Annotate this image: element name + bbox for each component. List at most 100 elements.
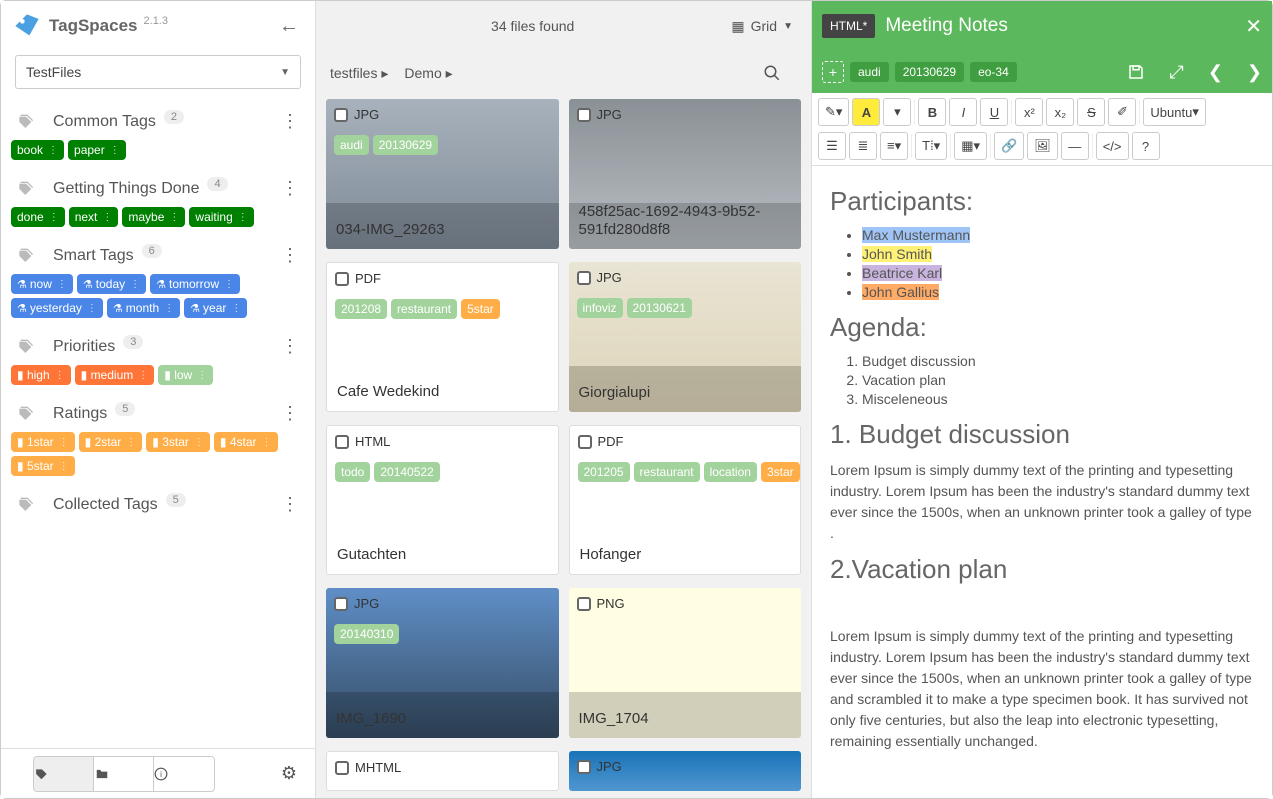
hr-button[interactable]: — bbox=[1061, 132, 1089, 160]
settings-button[interactable]: ⚙ bbox=[281, 763, 297, 784]
heading-button[interactable]: T⁞▾ bbox=[915, 132, 947, 160]
card-tag[interactable]: restaurant bbox=[634, 462, 700, 482]
tag-medium[interactable]: ▮ medium⋮ bbox=[75, 365, 155, 385]
add-tag-button[interactable]: + bbox=[822, 61, 844, 83]
tag-book[interactable]: book⋮ bbox=[11, 140, 64, 160]
tag-high[interactable]: ▮ high⋮ bbox=[11, 365, 71, 385]
tag-now[interactable]: now⋮ bbox=[11, 274, 73, 294]
prev-file-button[interactable]: ❮ bbox=[1208, 62, 1223, 83]
ul-button[interactable]: ☰ bbox=[818, 132, 846, 160]
tag-2star[interactable]: ▮ 2star⋮ bbox=[79, 432, 143, 452]
card-tag[interactable]: location bbox=[704, 462, 757, 482]
tag-month[interactable]: month⋮ bbox=[107, 298, 180, 318]
tag-done[interactable]: done⋮ bbox=[11, 207, 65, 227]
underline-button[interactable]: U bbox=[980, 98, 1008, 126]
breadcrumb-item[interactable]: testfiles ▸ bbox=[330, 65, 388, 82]
tag-paper[interactable]: paper⋮ bbox=[68, 140, 126, 160]
image-button[interactable]: 🖼 bbox=[1027, 132, 1058, 160]
strikethrough-button[interactable]: S bbox=[1077, 98, 1105, 126]
file-card[interactable]: HTMLtodo20140522Gutachten bbox=[326, 425, 559, 575]
tag-5star[interactable]: ▮ 5star⋮ bbox=[11, 456, 75, 476]
select-checkbox[interactable] bbox=[335, 272, 349, 286]
breadcrumb-item[interactable]: Demo ▸ bbox=[404, 65, 452, 82]
tag-next[interactable]: next⋮ bbox=[69, 207, 119, 227]
view-mode-button[interactable]: ▦ Grid ▼ bbox=[731, 18, 793, 35]
superscript-button[interactable]: x² bbox=[1015, 98, 1043, 126]
highlight-button[interactable]: A bbox=[852, 98, 880, 126]
tag-group-header[interactable]: Priorities 3 ⋮ bbox=[7, 328, 309, 365]
file-tag[interactable]: 20130629 bbox=[895, 62, 964, 82]
mode-tags-button[interactable] bbox=[34, 757, 94, 791]
select-checkbox[interactable] bbox=[577, 108, 591, 122]
tag-group-menu[interactable]: ⋮ bbox=[281, 403, 299, 424]
select-checkbox[interactable] bbox=[577, 597, 591, 611]
back-button[interactable]: ← bbox=[275, 11, 303, 42]
file-tag[interactable]: audi bbox=[850, 62, 889, 82]
file-card[interactable]: PDF201205restaurantlocation3starHofanger bbox=[569, 425, 802, 575]
file-card[interactable]: PNGIMG_1704 bbox=[569, 588, 802, 738]
card-tag[interactable]: 5star bbox=[461, 299, 500, 319]
tag-group-header[interactable]: Smart Tags 6 ⋮ bbox=[7, 237, 309, 274]
clear-format-button[interactable]: ✐ bbox=[1108, 98, 1136, 126]
bold-button[interactable]: B bbox=[918, 98, 946, 126]
card-tag[interactable]: 201208 bbox=[335, 299, 387, 319]
align-button[interactable]: ≡▾ bbox=[880, 132, 908, 160]
editor-content[interactable]: Participants: Max MustermannJohn SmithBe… bbox=[812, 166, 1272, 798]
file-tag[interactable]: eo-34 bbox=[970, 62, 1017, 82]
text-color-button[interactable]: ✎▾ bbox=[818, 98, 849, 126]
card-tag[interactable]: todo bbox=[335, 462, 370, 482]
select-checkbox[interactable] bbox=[578, 435, 592, 449]
next-file-button[interactable]: ❯ bbox=[1247, 62, 1262, 83]
mode-folders-button[interactable] bbox=[94, 757, 154, 791]
card-tag[interactable]: 20130629 bbox=[373, 135, 438, 155]
tag-group-menu[interactable]: ⋮ bbox=[281, 178, 299, 199]
file-card[interactable]: JPGaudi20130629034-IMG_29263 bbox=[326, 99, 559, 249]
tag-tomorrow[interactable]: tomorrow⋮ bbox=[150, 274, 240, 294]
code-button[interactable]: </> bbox=[1096, 132, 1129, 160]
file-card[interactable]: JPGinfoviz20130621Giorgialupi bbox=[569, 262, 802, 412]
tag-yesterday[interactable]: yesterday⋮ bbox=[11, 298, 103, 318]
font-select[interactable]: Ubuntu ▾ bbox=[1143, 98, 1205, 126]
ol-button[interactable]: ≣ bbox=[849, 132, 877, 160]
tag-group-header[interactable]: Common Tags 2 ⋮ bbox=[7, 103, 309, 140]
select-checkbox[interactable] bbox=[335, 761, 349, 775]
highlight-caret[interactable]: ▾ bbox=[883, 98, 911, 126]
card-tag[interactable]: 201205 bbox=[578, 462, 630, 482]
location-select[interactable]: TestFiles ▼ bbox=[15, 55, 301, 89]
card-tag[interactable]: audi bbox=[334, 135, 369, 155]
tag-waiting[interactable]: waiting⋮ bbox=[189, 207, 253, 227]
select-checkbox[interactable] bbox=[335, 435, 349, 449]
select-checkbox[interactable] bbox=[334, 597, 348, 611]
tag-year[interactable]: year⋮ bbox=[184, 298, 247, 318]
tag-group-menu[interactable]: ⋮ bbox=[281, 245, 299, 266]
italic-button[interactable]: I bbox=[949, 98, 977, 126]
file-card[interactable]: JPG bbox=[569, 751, 802, 791]
select-checkbox[interactable] bbox=[577, 271, 591, 285]
card-tag[interactable]: 20140522 bbox=[374, 462, 439, 482]
card-tag[interactable]: infoviz bbox=[577, 298, 623, 318]
fullscreen-button[interactable]: ⤢ bbox=[1169, 62, 1183, 83]
tag-group-header[interactable]: Collected Tags 5 ⋮ bbox=[7, 486, 309, 523]
file-card[interactable]: JPG458f25ac-1692-4943-9b52-591fd280d8f8 bbox=[569, 99, 802, 249]
tag-maybe[interactable]: maybe⋮ bbox=[122, 207, 185, 227]
help-button[interactable]: ? bbox=[1132, 132, 1160, 160]
tag-group-header[interactable]: Getting Things Done 4 ⋮ bbox=[7, 170, 309, 207]
tag-low[interactable]: ▮ low⋮ bbox=[158, 365, 213, 385]
table-button[interactable]: ▦▾ bbox=[954, 132, 987, 160]
tag-1star[interactable]: ▮ 1star⋮ bbox=[11, 432, 75, 452]
select-checkbox[interactable] bbox=[334, 108, 348, 122]
save-button[interactable] bbox=[1127, 63, 1145, 81]
subscript-button[interactable]: x₂ bbox=[1046, 98, 1074, 126]
select-checkbox[interactable] bbox=[577, 760, 591, 774]
link-button[interactable]: 🔗 bbox=[994, 132, 1024, 160]
file-card[interactable]: PDF201208restaurant5starCafe Wedekind bbox=[326, 262, 559, 412]
file-card[interactable]: MHTML bbox=[326, 751, 559, 791]
card-tag[interactable]: 20140310 bbox=[334, 624, 399, 644]
mode-info-button[interactable]: i bbox=[154, 757, 214, 791]
tag-today[interactable]: today⋮ bbox=[77, 274, 146, 294]
file-card[interactable]: JPG20140310IMG_1690 bbox=[326, 588, 559, 738]
card-tag[interactable]: 3star bbox=[761, 462, 800, 482]
tag-group-menu[interactable]: ⋮ bbox=[281, 494, 299, 515]
tag-group-menu[interactable]: ⋮ bbox=[281, 111, 299, 132]
tag-4star[interactable]: ▮ 4star⋮ bbox=[214, 432, 278, 452]
